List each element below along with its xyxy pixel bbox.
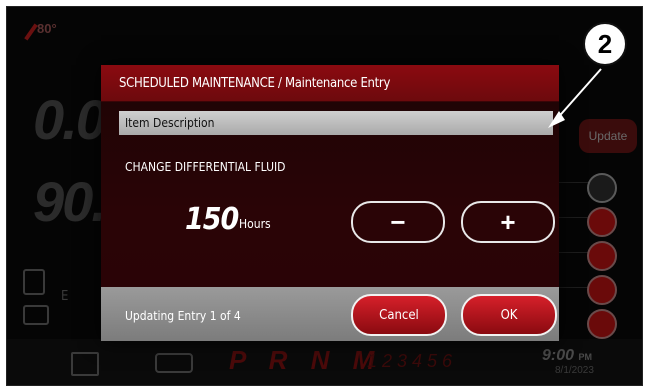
screen-frame: 80° 0.0 90.0 Update E P R N M 123456 9:0… <box>6 6 643 386</box>
callout-number-badge: 2 <box>583 22 627 66</box>
callout-arrow <box>548 68 602 128</box>
